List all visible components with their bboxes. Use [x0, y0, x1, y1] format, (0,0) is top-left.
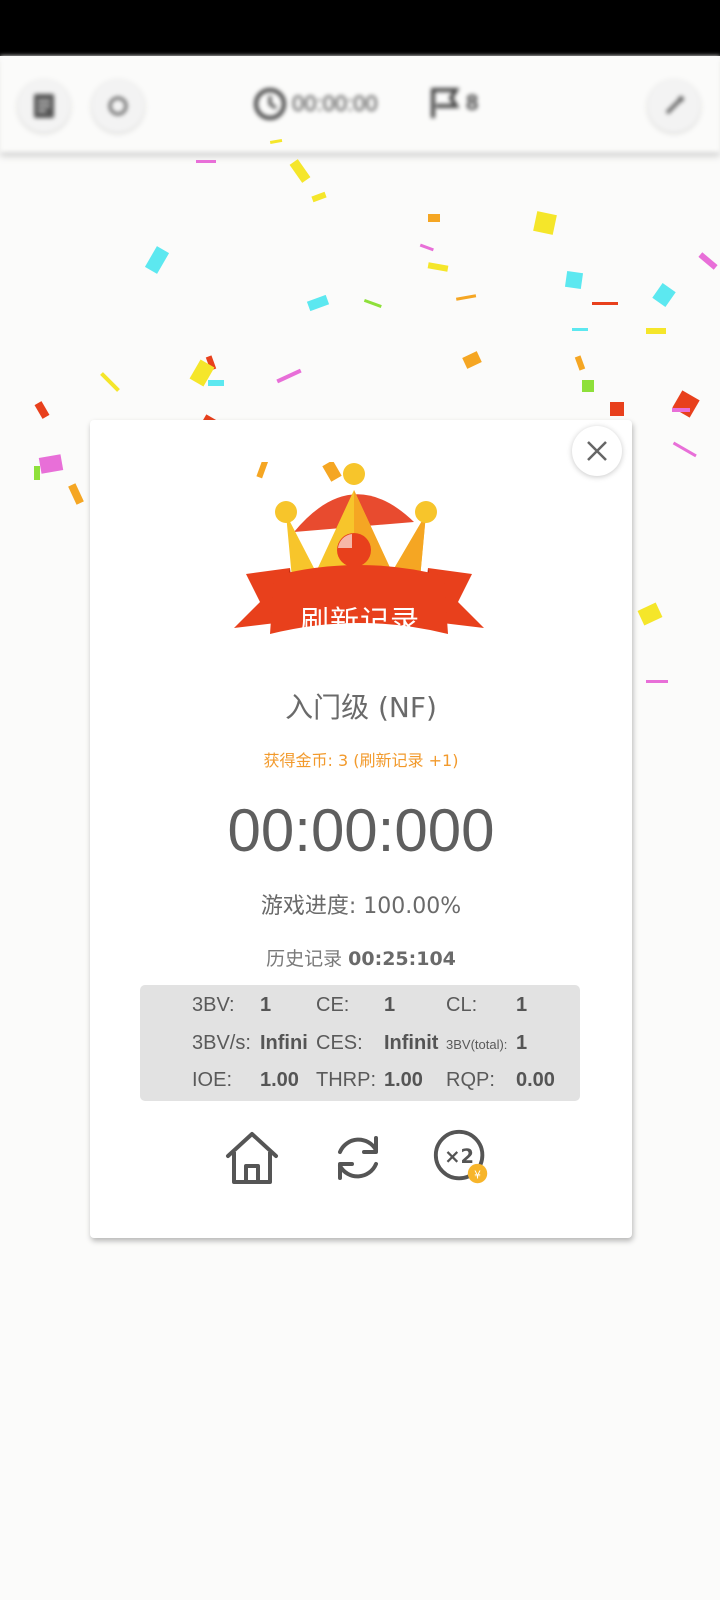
- stat-value: 0.00: [516, 1069, 555, 1091]
- flag-count: 8: [466, 90, 479, 115]
- double-label: ×2: [444, 1145, 474, 1168]
- timer-text: 00:00:00: [292, 91, 378, 116]
- stat-value: Infini: [260, 1032, 308, 1054]
- replay-button[interactable]: [326, 1126, 390, 1190]
- stat-label: CE:: [316, 994, 350, 1016]
- stat-value: 1.00: [260, 1069, 299, 1091]
- stats-table: 3BV: 1 CE: 1 CL: 1 3BV/s: Infini CES: In…: [140, 985, 580, 1101]
- home-icon: [226, 1132, 278, 1184]
- tool-icon: [665, 96, 684, 115]
- stat-value: 1: [260, 994, 272, 1016]
- stat-value: Infinit: [384, 1032, 439, 1054]
- stat-value: 1: [384, 994, 396, 1016]
- coins-earned: 获得金币: 3 (刷新记录 +1): [263, 751, 459, 770]
- settings-button[interactable]: [648, 80, 700, 132]
- refresh-icon: [338, 1136, 378, 1180]
- close-button[interactable]: [572, 426, 622, 476]
- restart-button[interactable]: [92, 80, 144, 132]
- flag-icon: [431, 88, 460, 118]
- records-button[interactable]: [18, 80, 70, 132]
- stat-label: 3BV(total):: [446, 1037, 508, 1052]
- toolbar-timer: 00:00:00: [252, 86, 378, 122]
- close-icon: [587, 441, 607, 461]
- finish-time: 00:00:000: [227, 797, 495, 864]
- game-progress: 游戏进度: 100.00%: [260, 894, 462, 919]
- stat-label: 3BV/s:: [192, 1032, 251, 1054]
- stat-label: THRP:: [316, 1069, 376, 1091]
- game-toolbar: 00:00:00 8: [0, 56, 720, 152]
- stat-value: 1.00: [384, 1069, 423, 1091]
- stat-label: RQP:: [446, 1069, 495, 1091]
- double-coins-button[interactable]: ×2 ¥: [430, 1126, 494, 1190]
- status-bar: [0, 0, 720, 56]
- coin-symbol: ¥: [474, 1168, 481, 1181]
- history-label: 历史记录: [266, 948, 343, 970]
- stat-label: CES:: [316, 1032, 363, 1054]
- stat-value: 1: [516, 994, 528, 1016]
- home-button[interactable]: [220, 1126, 284, 1190]
- stat-label: CL:: [446, 994, 478, 1016]
- history-record: 历史记录 00:25:104: [90, 944, 632, 971]
- clock-icon: [254, 88, 286, 120]
- toolbar-flags: 8: [428, 86, 478, 120]
- refresh-icon: [108, 96, 128, 116]
- stat-value: 1: [516, 1032, 528, 1054]
- history-value: 00:25:104: [348, 948, 456, 970]
- banner-title: 刷新记录: [299, 604, 420, 638]
- stat-label: IOE:: [192, 1069, 233, 1091]
- document-icon: [34, 94, 54, 118]
- stat-label: 3BV:: [192, 994, 235, 1016]
- result-actions: ×2 ¥: [90, 1126, 632, 1196]
- double-coins-icon: ×2 ¥: [433, 1129, 488, 1184]
- level-name: 入门级 (NF): [285, 691, 437, 724]
